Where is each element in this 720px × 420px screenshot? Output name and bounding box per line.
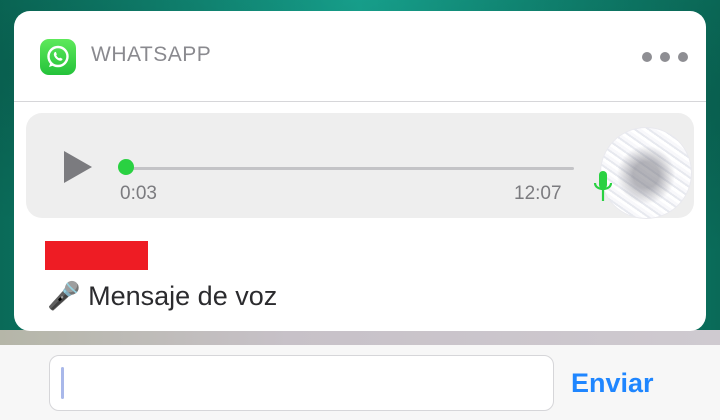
audio-progress-track[interactable]	[124, 167, 574, 170]
reply-bar: Enviar	[0, 345, 720, 420]
text-cursor	[61, 367, 64, 399]
elapsed-time: 0:03	[120, 183, 157, 204]
message-preview: 🎤 Mensaje de voz	[47, 279, 277, 313]
voice-message-bubble: 0:03 12:07	[26, 113, 694, 219]
app-name: WHATSAPP	[91, 43, 212, 66]
more-horizontal-icon	[642, 52, 652, 62]
more-dot	[678, 52, 688, 62]
message-time: 12:07	[514, 183, 562, 204]
redacted-sender-name	[45, 241, 148, 270]
header-divider	[14, 101, 706, 102]
whatsapp-icon	[40, 39, 76, 75]
reply-input[interactable]	[49, 355, 554, 411]
microphone-icon	[593, 171, 613, 201]
dock-backdrop	[0, 330, 720, 346]
more-dot	[660, 52, 670, 62]
message-text: 🎤 Mensaje de voz	[47, 281, 278, 311]
audio-progress-knob[interactable]	[118, 159, 134, 175]
send-button[interactable]: Enviar	[571, 368, 654, 399]
more-options-button[interactable]	[642, 47, 688, 69]
notification-card[interactable]: WHATSAPP 0:03 12:07 🎤 Mensaje de voz	[14, 11, 706, 331]
notification-header: WHATSAPP	[14, 11, 706, 101]
play-icon[interactable]	[64, 151, 92, 183]
